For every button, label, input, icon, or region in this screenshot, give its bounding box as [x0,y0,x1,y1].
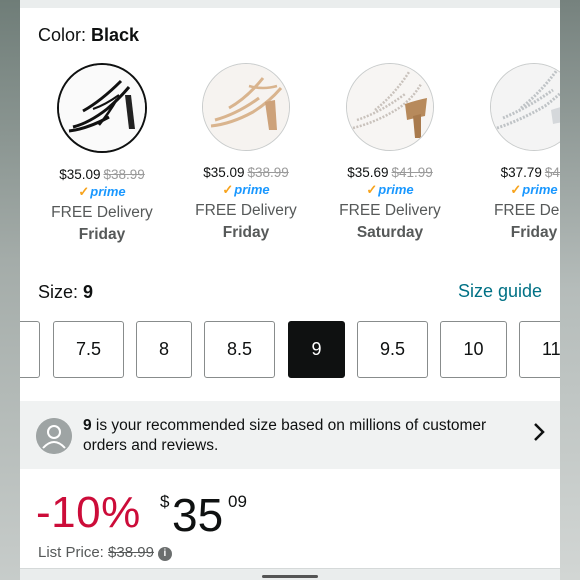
size-button-11[interactable]: 11 [519,321,560,378]
bottom-sheet[interactable] [20,568,560,580]
silver-rhinestone-heel-icon [490,63,560,151]
swatch-list-price: $41 [544,165,560,180]
color-swatch-list: $35.09 $38.99 ✓prime FREE Delivery Friday… [20,60,560,260]
swatch-delivery-day: Friday [78,226,126,243]
swatch-price: $35.09 [203,165,245,180]
prime-badge: ✓prime [222,182,270,197]
check-icon: ✓ [366,182,378,197]
size-button-partial[interactable] [20,321,40,378]
swatch-delivery-day: Friday [510,224,558,241]
discount-percent: -10% [36,488,141,537]
prime-badge: ✓prime [78,184,126,199]
color-label: Color: [38,25,92,45]
size-guide-link[interactable]: Size guide [458,281,542,302]
check-icon: ✓ [222,182,234,197]
size-value: 9 [83,282,94,302]
swatch-delivery: FREE Delivery [339,202,441,219]
swatch-delivery: FREE Deliv [493,202,560,219]
list-price-row: List Price: $38.99 i [38,544,172,561]
price-whole: 35 [172,489,224,541]
recommendation-text: 9 is your recommended size based on mill… [83,417,487,454]
info-icon[interactable]: i [157,547,172,561]
size-button-7-5[interactable]: 7.5 [53,321,124,378]
swatch-price: $35.09 [59,167,101,182]
swatch-delivery: FREE Delivery [51,204,153,221]
prime-badge: ✓prime [366,182,414,197]
check-icon: ✓ [510,182,522,197]
list-price-label: List Price: [38,544,109,561]
swatch-list-price: $38.99 [103,167,145,182]
swatch-price: $35.69 [347,165,389,180]
swatch-list-price: $41.99 [391,165,433,180]
list-price-value: $38.99 [108,544,154,561]
product-options-panel: Color: Black $35.09 $38.99 ✓prime FREE De… [20,0,560,580]
recommended-size: 9 [83,417,92,434]
swatch-price: $37.79 [500,165,542,180]
swatch-delivery-day: Saturday [356,224,424,241]
price-fraction: 09 [228,492,247,511]
size-button-10[interactable]: 10 [440,321,507,378]
color-selection-label: Color: Black [38,25,139,46]
swatch-delivery: FREE Delivery [195,202,297,219]
nude-strappy-heel-icon [202,63,290,151]
swatch-nude[interactable]: $35.09 $38.99 ✓prime FREE Delivery Friday [174,60,318,242]
background-left [0,0,20,580]
swatch-delivery-day: Friday [222,224,270,241]
rhinestone-gold-heel-icon [346,63,434,151]
swatch-black[interactable]: $35.09 $38.99 ✓prime FREE Delivery Friday [30,60,174,244]
drag-handle[interactable] [262,575,318,578]
check-icon: ✓ [78,184,90,199]
chevron-right-icon[interactable] [532,421,546,449]
size-button-9-5[interactable]: 9.5 [357,321,428,378]
prime-badge: ✓prime [510,182,558,197]
size-selection-label: Size: 9 [38,282,93,303]
swatch-list-price: $38.99 [247,165,289,180]
size-button-8-5[interactable]: 8.5 [204,321,275,378]
size-button-list: 7.5 8 8.5 9 9.5 10 11 [20,321,560,381]
swatch-silver-rhinestone[interactable]: $37.79$41 ✓prime FREE Deliv Friday [462,60,560,242]
user-avatar-icon [36,418,72,454]
background-right [560,0,580,580]
size-label: Size: [38,282,84,302]
swatch-gold-rhinestone[interactable]: $35.69 $41.99 ✓prime FREE Delivery Saturd… [318,60,462,242]
price-currency: $ [160,492,170,511]
size-button-8[interactable]: 8 [136,321,192,378]
black-strappy-heel-icon [57,63,147,153]
size-button-9[interactable]: 9 [288,321,345,378]
top-divider [20,0,560,8]
size-recommendation-banner[interactable]: 9 is your recommended size based on mill… [20,401,560,469]
color-value: Black [91,25,140,45]
